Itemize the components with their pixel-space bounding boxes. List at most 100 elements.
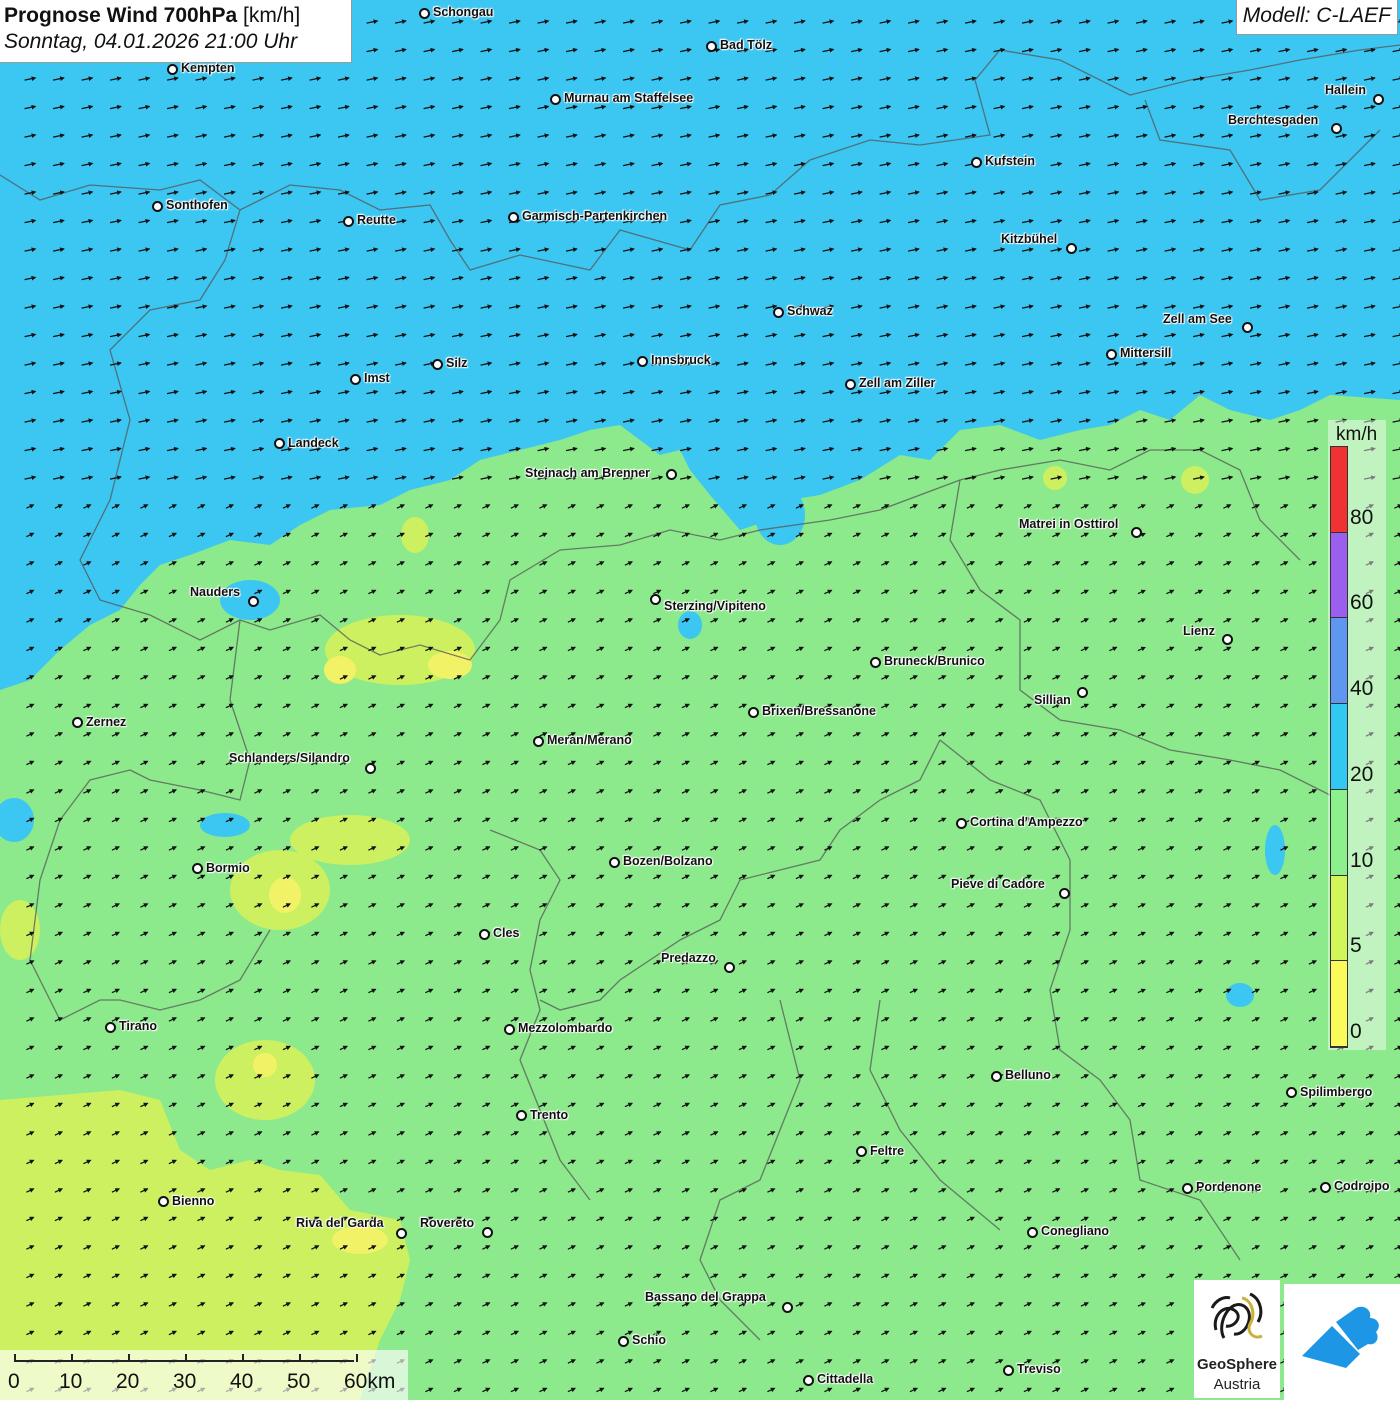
wind-field-20-40-patch: [200, 813, 250, 837]
legend-swatch: [1331, 875, 1347, 962]
city-label: Zell am See: [1163, 312, 1232, 326]
wind-field-0-5-patch: [324, 656, 356, 684]
geosphere-name: GeoSphere: [1196, 1356, 1278, 1373]
wind-field-0-5-patch: [253, 1053, 277, 1077]
city-marker: [609, 857, 620, 868]
city-label: Hallein: [1325, 83, 1366, 97]
city-marker: [956, 818, 967, 829]
city-marker: [550, 94, 561, 105]
city-label: Schlanders/Silandro: [229, 751, 350, 765]
city-marker: [1027, 1227, 1038, 1238]
city-marker: [350, 374, 361, 385]
city-label: Kufstein: [985, 154, 1035, 168]
city-label: Zernez: [86, 715, 127, 729]
city-label: Imst: [364, 371, 390, 385]
city-label: Bassano del Grappa: [645, 1290, 766, 1304]
scale-tick: [299, 1354, 301, 1362]
scale-bar: 0 10 20 30 40 50 60km: [0, 1350, 408, 1400]
wind-field-5-10-patch: [1181, 466, 1209, 494]
legend-label: 40: [1350, 677, 1374, 701]
city-marker: [991, 1071, 1002, 1082]
city-marker: [504, 1024, 515, 1035]
city-marker: [192, 863, 203, 874]
city-label: Matrei in Osttirol: [1019, 517, 1119, 531]
legend-swatch: [1331, 961, 1347, 1047]
geosphere-logo: GeoSphere Austria: [1194, 1280, 1280, 1398]
city-label: Bad Tölz: [720, 38, 773, 52]
city-label: Zell am Ziller: [859, 376, 936, 390]
city-marker: [782, 1302, 793, 1313]
city-marker: [1077, 687, 1088, 698]
city-label: Predazzo: [661, 951, 716, 965]
city-marker: [971, 157, 982, 168]
city-label: Spilimbergo: [1300, 1085, 1373, 1099]
wind-field-0-5-patch: [332, 1226, 388, 1254]
city-label: Steinach am Brenner: [525, 466, 651, 480]
city-label: Landeck: [288, 436, 339, 450]
city-label: Bienno: [172, 1194, 215, 1208]
scale-label: 30: [173, 1370, 197, 1393]
wind-field-0-5-patch: [428, 651, 472, 679]
city-marker: [152, 201, 163, 212]
scale-tick: [71, 1354, 73, 1362]
city-marker: [618, 1336, 629, 1347]
wind-field-5-10-patch: [215, 1040, 315, 1120]
legend-label: 10: [1350, 848, 1374, 872]
city-label: Pieve di Cadore: [951, 877, 1045, 891]
city-label: Meran/Merano: [547, 733, 632, 747]
scale-tick: [185, 1354, 187, 1362]
map-subtitle: Sonntag, 04.01.2026 21:00 Uhr: [4, 30, 298, 53]
city-label: Murnau am Staffelsee: [564, 91, 694, 105]
city-marker: [1320, 1182, 1331, 1193]
city-label: Schongau: [433, 5, 494, 19]
city-label: Reutte: [357, 213, 396, 227]
city-label: Conegliano: [1041, 1224, 1110, 1238]
city-marker: [1106, 349, 1117, 360]
city-label: Bruneck/Brunico: [884, 654, 985, 668]
scale-label: 10: [59, 1370, 83, 1393]
map-title: Prognose Wind 700hPa [km/h]: [4, 4, 301, 27]
scale-tick: [14, 1354, 16, 1362]
legend-label: 5: [1350, 934, 1362, 958]
city-label: Innsbruck: [651, 353, 711, 367]
wind-field-20-40-patch: [678, 611, 702, 639]
city-marker: [1003, 1365, 1014, 1376]
city-marker: [650, 594, 661, 605]
scale-label: 50: [287, 1370, 311, 1393]
city-marker: [432, 359, 443, 370]
legend-swatch: [1331, 532, 1347, 619]
city-marker: [1222, 634, 1233, 645]
city-marker: [365, 763, 376, 774]
model-label: Modell: C-LAEF: [1235, 0, 1398, 35]
city-marker: [482, 1227, 493, 1238]
city-marker: [803, 1375, 814, 1386]
legend-label: 0: [1350, 1020, 1362, 1043]
city-label: Riva del Garda: [296, 1216, 384, 1230]
city-marker: [1242, 322, 1253, 333]
scale-label: 40: [230, 1370, 254, 1393]
city-label: Berchtesgaden: [1228, 113, 1319, 127]
city-marker: [274, 438, 285, 449]
city-label: Feltre: [870, 1144, 905, 1158]
scale-tick: [356, 1354, 358, 1362]
city-label: Schio: [632, 1333, 667, 1347]
city-label: Nauders: [190, 585, 241, 599]
city-label: Cortina d'Ampezzo: [970, 815, 1083, 829]
city-marker: [343, 216, 354, 227]
color-legend: km/h 0 5 10 20 40 60 80: [1328, 420, 1386, 1050]
city-label: Sonthofen: [166, 198, 228, 212]
city-label: Bormio: [206, 861, 250, 875]
city-marker: [158, 1196, 169, 1207]
legend-swatch: [1331, 618, 1347, 705]
legend-swatch: [1331, 789, 1347, 876]
scale-tick: [242, 1354, 244, 1362]
geosphere-icon: [1210, 1292, 1263, 1339]
city-label: Lienz: [1183, 624, 1215, 638]
wind-field-0-5-patch: [269, 877, 301, 913]
city-label: Mittersill: [1120, 346, 1172, 360]
city-marker: [167, 64, 178, 75]
city-marker: [1286, 1087, 1297, 1098]
city-label: Cittadella: [817, 1372, 874, 1386]
city-marker: [1066, 243, 1077, 254]
city-label: Mezzolombardo: [518, 1021, 613, 1035]
